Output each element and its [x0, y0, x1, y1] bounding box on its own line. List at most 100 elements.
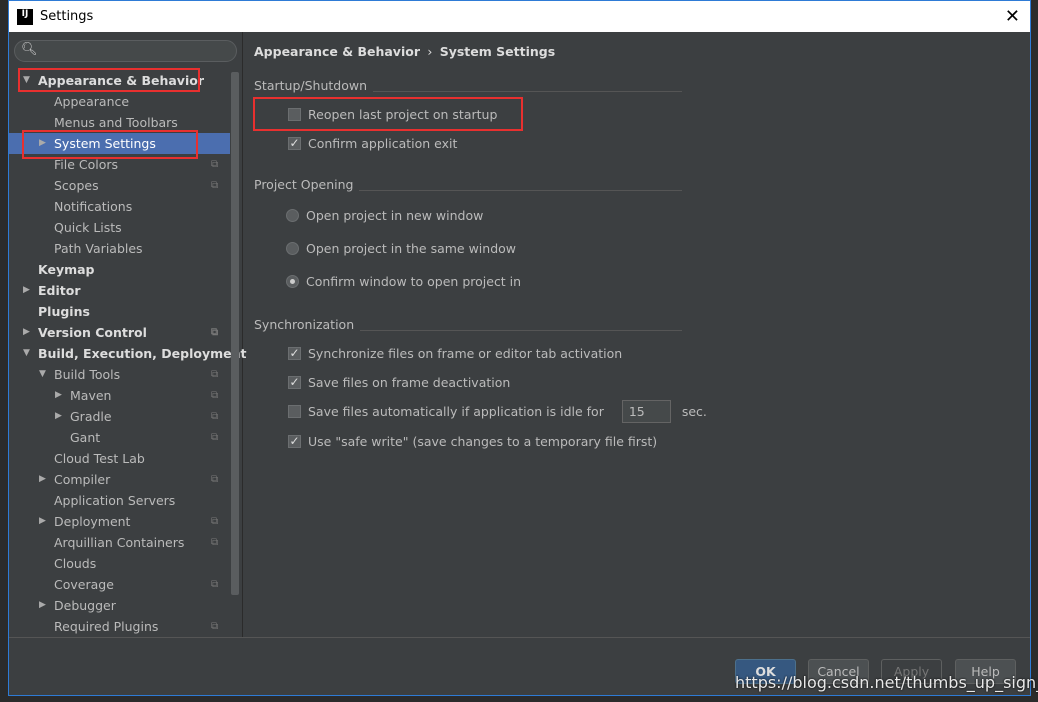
- radio-new-window[interactable]: Open project in new window: [286, 208, 483, 223]
- radio-button[interactable]: [286, 242, 299, 255]
- highlight-box: [22, 130, 198, 159]
- confirm-exit-checkbox[interactable]: ✓ Confirm application exit: [288, 136, 457, 151]
- tree-item[interactable]: ▼ Build Tools ⧉: [9, 364, 230, 385]
- tree-item[interactable]: Clouds: [9, 553, 230, 574]
- radio-confirm-window[interactable]: Confirm window to open project in: [286, 274, 521, 289]
- tree-item-label: Version Control: [38, 325, 147, 340]
- checkbox-label: Synchronize files on frame or editor tab…: [308, 346, 623, 361]
- tree-item-label: Compiler: [54, 472, 111, 487]
- system-settings-panel: Appearance & Behavior › System Settings …: [244, 32, 1030, 637]
- breadcrumb-separator: ›: [427, 44, 433, 59]
- project-settings-icon: ⧉: [211, 432, 219, 443]
- tree-item-label: Notifications: [54, 199, 133, 214]
- check-icon[interactable]: ✓: [288, 376, 301, 389]
- search-icon: 🔍︎: [21, 42, 38, 57]
- checkbox-label: Save files on frame deactivation: [308, 375, 511, 390]
- tree-item-label: Quick Lists: [54, 220, 122, 235]
- tree-item-label: Deployment: [54, 514, 131, 529]
- save-on-deactivation-checkbox[interactable]: ✓ Save files on frame deactivation: [288, 375, 510, 390]
- tree-item[interactable]: Keymap: [9, 259, 230, 280]
- checkbox-unchecked[interactable]: [288, 405, 301, 418]
- section-synchronization: Synchronization: [254, 317, 682, 331]
- tree-item[interactable]: ▶ Deployment ⧉: [9, 511, 230, 532]
- close-icon[interactable]: ✕: [1005, 6, 1020, 27]
- tree-item[interactable]: Arquillian Containers ⧉: [9, 532, 230, 553]
- tree-item[interactable]: Notifications: [9, 196, 230, 217]
- search-input[interactable]: 🔍︎: [14, 40, 237, 62]
- tree-item-label: Maven: [70, 388, 112, 403]
- tree-item-label: Plugins: [38, 304, 90, 319]
- tree-item[interactable]: ▶ Gradle ⧉: [9, 406, 230, 427]
- expand-right-icon[interactable]: ▶: [39, 595, 46, 616]
- intellij-logo-icon: IJ: [17, 8, 33, 25]
- tree-item-label: Editor: [38, 283, 81, 298]
- tree-item[interactable]: Cloud Test Lab: [9, 448, 230, 469]
- project-settings-icon: ⧉: [211, 327, 219, 338]
- project-settings-icon: ⧉: [211, 411, 219, 422]
- expand-right-icon[interactable]: ▶: [55, 385, 62, 406]
- settings-sidebar: 🔍︎ ▼ Appearance & Behavior Appearance Menus…: [9, 32, 246, 637]
- expand-right-icon[interactable]: ▶: [39, 469, 46, 490]
- idle-seconds-input[interactable]: 15: [621, 400, 671, 423]
- project-settings-icon: ⧉: [211, 369, 219, 380]
- expand-down-icon[interactable]: ▼: [39, 364, 46, 385]
- tree-item[interactable]: ▶ Debugger: [9, 595, 230, 616]
- tree-item[interactable]: Path Variables: [9, 238, 230, 259]
- project-settings-icon: ⧉: [211, 390, 219, 401]
- safe-write-checkbox[interactable]: ✓ Use "safe write" (save changes to a tem…: [288, 434, 657, 449]
- tree-item[interactable]: Scopes ⧉: [9, 175, 230, 196]
- check-icon[interactable]: ✓: [288, 137, 301, 150]
- tree-item[interactable]: Quick Lists: [9, 217, 230, 238]
- project-settings-icon: ⧉: [211, 621, 219, 632]
- tree-item[interactable]: Gant ⧉: [9, 427, 230, 448]
- check-icon[interactable]: ✓: [288, 435, 301, 448]
- highlight-box: [253, 97, 523, 131]
- expand-right-icon[interactable]: ▶: [23, 322, 30, 343]
- tree-item[interactable]: Plugins: [9, 301, 230, 322]
- check-icon[interactable]: ✓: [288, 347, 301, 360]
- expand-down-icon[interactable]: ▼: [23, 343, 30, 364]
- tree-item-label: Debugger: [54, 598, 116, 613]
- unit-label: sec.: [681, 404, 707, 419]
- sync-files-checkbox[interactable]: ✓ Synchronize files on frame or editor ta…: [288, 346, 622, 361]
- section-startup: Startup/Shutdown: [254, 78, 682, 92]
- tree-item[interactable]: ▶ Version Control ⧉: [9, 322, 230, 343]
- section-title: Synchronization: [254, 318, 361, 331]
- radio-label: Open project in the same window: [306, 241, 517, 256]
- tree-item-label: Cloud Test Lab: [54, 451, 145, 466]
- tree-item-label: Build Tools: [54, 367, 121, 382]
- radio-button[interactable]: [286, 209, 299, 222]
- tree-item[interactable]: ▶ Compiler ⧉: [9, 469, 230, 490]
- tree-item-label: Scopes: [54, 178, 99, 193]
- breadcrumb-parent[interactable]: Appearance & Behavior: [254, 44, 420, 59]
- save-idle-checkbox[interactable]: Save files automatically if application …: [288, 400, 707, 423]
- tree-item[interactable]: Application Servers: [9, 490, 230, 511]
- settings-dialog: IJ Settings ✕ 🔍︎ ▼ Appearance & Behavior A…: [8, 0, 1031, 696]
- expand-right-icon[interactable]: ▶: [55, 406, 62, 427]
- radio-same-window[interactable]: Open project in the same window: [286, 241, 516, 256]
- watermark: https://blog.csdn.net/thumbs_up_sign_ygj: [735, 673, 1038, 692]
- tree-item-label: Build, Execution, Deployment: [38, 346, 247, 361]
- expand-right-icon[interactable]: ▶: [39, 511, 46, 532]
- project-settings-icon: ⧉: [211, 159, 219, 170]
- project-settings-icon: ⧉: [211, 537, 219, 548]
- tree-item[interactable]: ▶ Editor: [9, 280, 230, 301]
- radio-button-selected[interactable]: [286, 275, 299, 288]
- section-title: Startup/Shutdown: [254, 79, 374, 92]
- sidebar-scrollbar[interactable]: [231, 72, 239, 595]
- tree-item-label: Gradle: [70, 409, 112, 424]
- tree-item[interactable]: Appearance: [9, 91, 230, 112]
- tree-item-label: Clouds: [54, 556, 97, 571]
- section-title: Project Opening: [254, 178, 360, 191]
- tree-item[interactable]: Required Plugins ⧉: [9, 616, 230, 637]
- tree-item[interactable]: ▼ Build, Execution, Deployment: [9, 343, 246, 364]
- expand-right-icon[interactable]: ▶: [23, 280, 30, 301]
- tree-item[interactable]: Coverage ⧉: [9, 574, 230, 595]
- tree-item-label: Keymap: [38, 262, 95, 277]
- checkbox-label: Save files automatically if application …: [308, 404, 604, 419]
- tree-item[interactable]: ▶ Maven ⧉: [9, 385, 230, 406]
- radio-label: Confirm window to open project in: [306, 274, 522, 289]
- checkbox-label: Confirm application exit: [308, 136, 458, 151]
- section-project-opening: Project Opening: [254, 177, 682, 191]
- tree-item-label: Coverage: [54, 577, 114, 592]
